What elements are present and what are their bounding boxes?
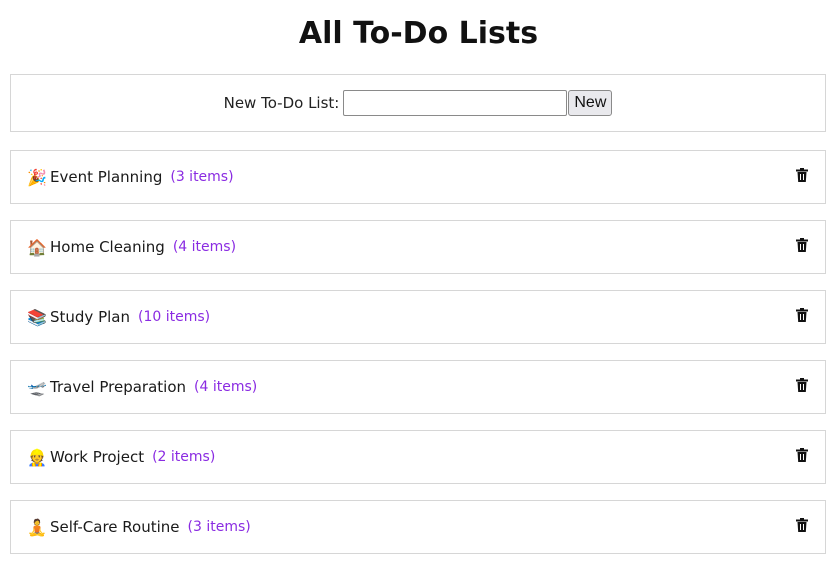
todo-list-name: Travel Preparation [50,378,187,396]
trash-icon[interactable] [795,446,809,464]
todo-lists: 🎉 Event Planning (3 items) 🏠 Home Cleani… [10,150,826,570]
meditation-icon: 🧘 [27,517,47,537]
new-list-button[interactable]: New [568,90,613,116]
new-list-label: New To-Do List: [223,94,340,112]
trash-icon[interactable] [795,166,809,184]
todo-list-item-count: (4 items) [172,239,237,255]
todo-list-item[interactable]: 🏠 Home Cleaning (4 items) [10,220,826,274]
page-title: All To-Do Lists [298,16,539,51]
todo-list-item[interactable]: 🧘 Self-Care Routine (3 items) [10,500,826,554]
todo-list-item[interactable]: 📚 Study Plan (10 items) [10,290,826,344]
todo-list-name: Event Planning [50,168,163,186]
todo-list-item-count: (3 items) [187,519,251,535]
todo-list-item[interactable]: 🎉 Event Planning (3 items) [10,150,826,204]
trash-icon[interactable] [795,376,809,394]
party-popper-icon: 🎉 [27,167,47,187]
todo-list-item[interactable]: 👷 Work Project (2 items) [10,430,826,484]
todo-list-item-count: (2 items) [152,449,216,465]
todo-list-name: Home Cleaning [50,238,165,256]
books-icon: 📚 [27,307,47,327]
todo-list-item-count: (4 items) [194,379,258,395]
trash-icon[interactable] [795,236,809,254]
new-list-panel: New To-Do List: New [10,74,826,132]
trash-icon[interactable] [795,306,809,324]
todo-list-item-count: (3 items) [170,169,234,185]
todo-list-name: Study Plan [50,308,130,326]
new-list-input[interactable] [343,90,568,116]
todo-list-item-count: (10 items) [138,309,211,325]
airplane-icon: 🛫 [27,377,47,397]
todo-list-name: Work Project [50,448,145,466]
construction-worker-icon: 👷 [27,447,47,467]
todo-list-item[interactable]: 🛫 Travel Preparation (4 items) [10,360,826,414]
trash-icon[interactable] [795,516,809,534]
house-icon: 🏠 [27,237,47,257]
todo-list-name: Self-Care Routine [50,518,180,536]
